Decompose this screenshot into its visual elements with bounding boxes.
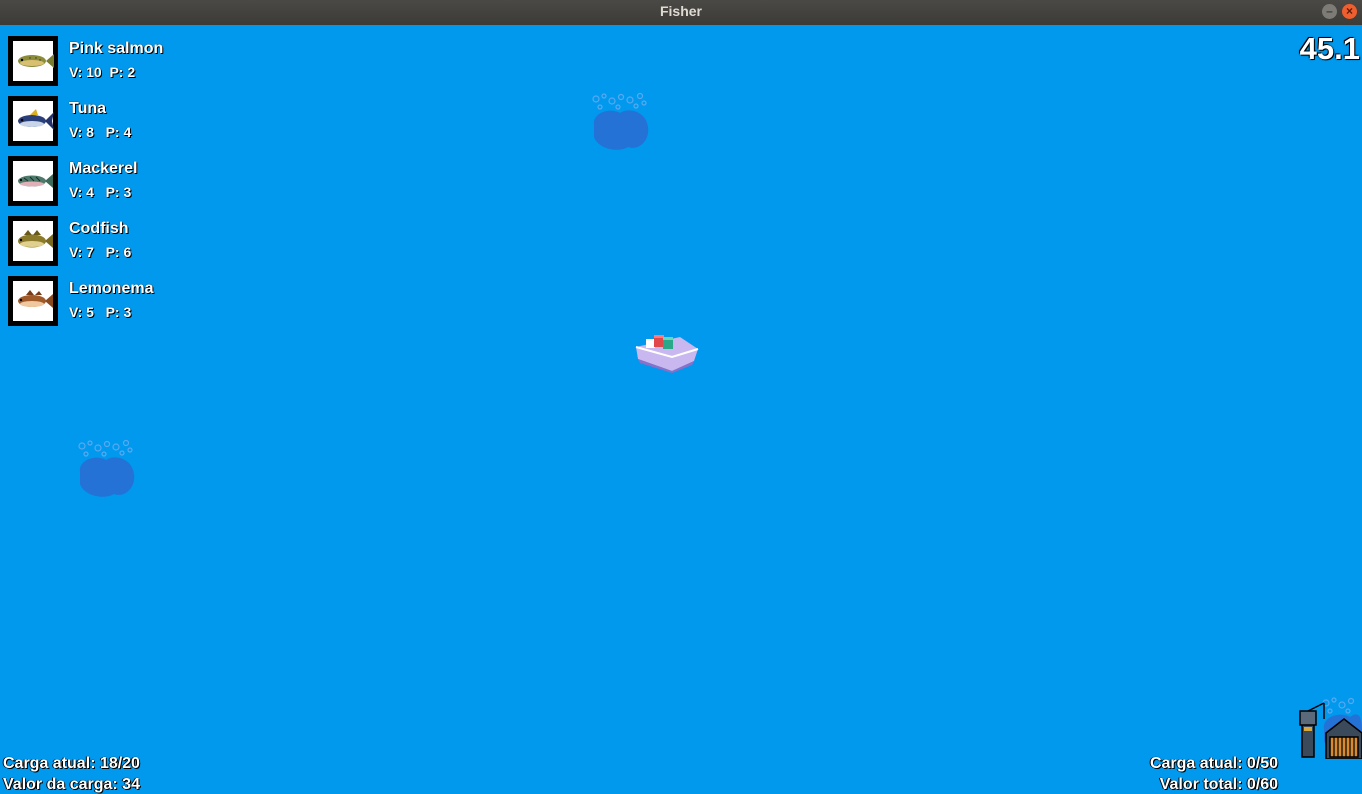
fish-entry-mackerel: Mackerel V: 4 P: 3 [8, 156, 208, 206]
fish-name: Tuna [69, 100, 107, 117]
mackerel-icon [18, 174, 53, 188]
fish-card [8, 36, 58, 86]
fish-name: Mackerel [69, 160, 138, 177]
fish-entry-pink-salmon: Pink salmon V: 10 P: 2 [8, 36, 208, 86]
game-canvas[interactable]: Pink salmon V: 10 P: 2 Tuna V: 8 P: 4 Ma… [0, 25, 1362, 794]
fish-name: Lemonema [69, 280, 154, 297]
fishing-spot[interactable] [588, 91, 652, 153]
fish-stats: V: 8 P: 4 [69, 124, 132, 140]
window-title: Fisher [659, 3, 702, 19]
fish-card [8, 276, 58, 326]
fish-card [8, 96, 58, 146]
tuna-icon [18, 109, 54, 130]
boat-cargo-label: Carga atual: 18/20 [3, 755, 140, 772]
title-bar: Fisher – × [0, 0, 1362, 25]
port-total-value-label: Valor total: 0/60 [1159, 776, 1278, 793]
minimize-button[interactable]: – [1322, 4, 1337, 19]
game-window: Fisher – × Pink salmon V: 10 P: 2 Tuna V… [0, 0, 1362, 794]
pink-salmon-icon [18, 54, 54, 68]
fish-entry-codfish: Codfish V: 7 P: 6 [8, 216, 208, 266]
fish-name: Pink salmon [69, 40, 164, 57]
boat-player[interactable] [632, 325, 702, 373]
fish-entry-lemonema: Lemonema V: 5 P: 3 [8, 276, 208, 326]
port-cargo-label: Carga atual: 0/50 [1149, 755, 1278, 772]
codfish-icon [18, 230, 53, 248]
fish-card [8, 156, 58, 206]
fish-entry-tuna: Tuna V: 8 P: 4 [8, 96, 208, 146]
lemonema-icon [18, 290, 53, 308]
port-icon[interactable] [1294, 697, 1362, 759]
fish-stats: V: 4 P: 3 [69, 184, 132, 200]
close-button[interactable]: × [1342, 4, 1357, 19]
fish-card [8, 216, 58, 266]
fishing-spot[interactable] [74, 438, 138, 500]
boat-cargo-value-label: Valor da carga: 34 [3, 776, 140, 793]
fish-stats: V: 7 P: 6 [69, 244, 132, 260]
timer-display: 45.1 [1299, 31, 1360, 66]
fish-name: Codfish [69, 220, 129, 237]
fish-stats: V: 10 P: 2 [69, 64, 136, 80]
fish-stats: V: 5 P: 3 [69, 304, 132, 320]
